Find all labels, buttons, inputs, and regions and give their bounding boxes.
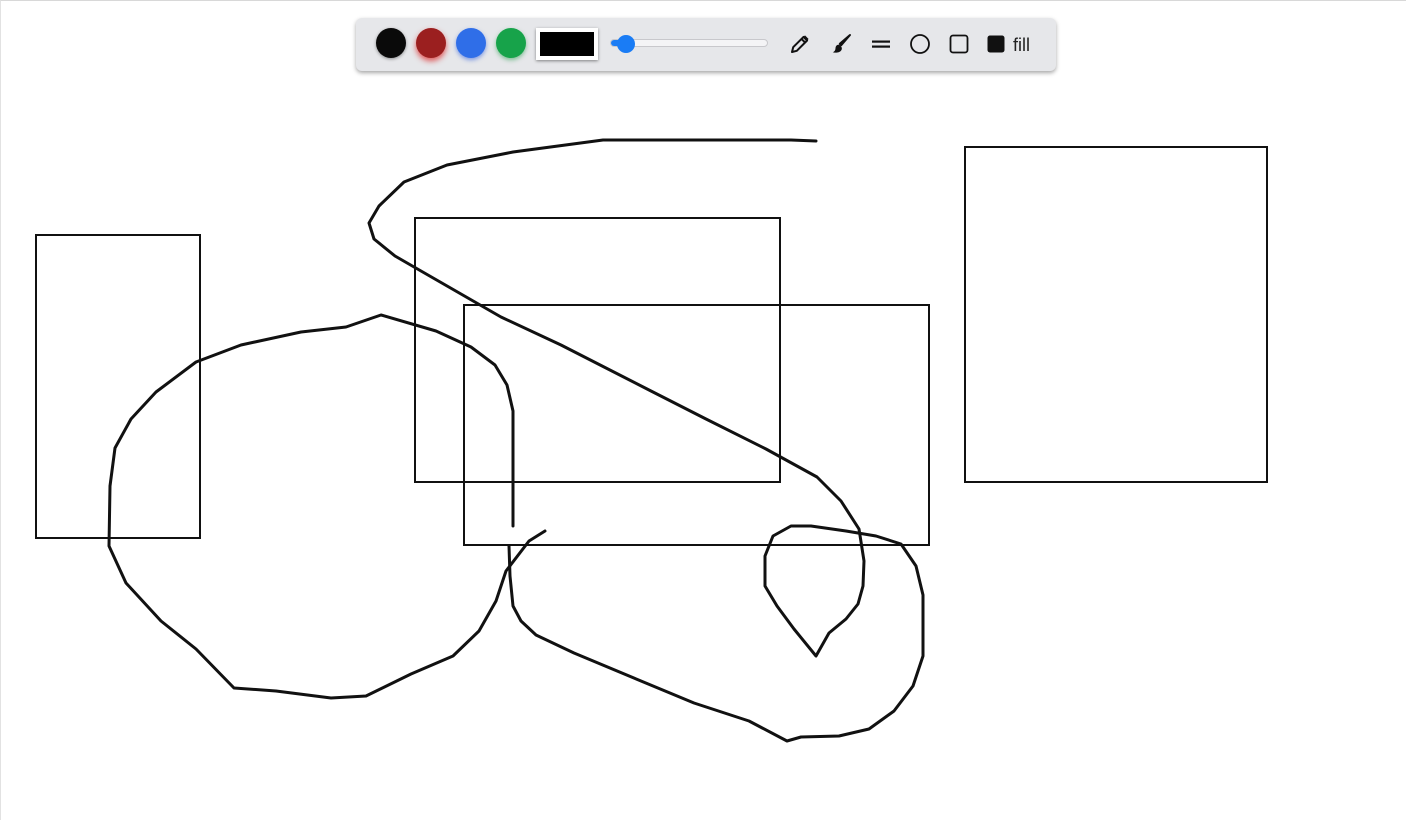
square-icon [949, 34, 969, 54]
line-tool-button[interactable] [869, 32, 893, 56]
brush-tool-button[interactable] [829, 32, 853, 56]
rectangle-tool-button[interactable] [947, 32, 971, 56]
current-color-preview [540, 32, 594, 56]
brush-icon [832, 34, 851, 53]
pencil-icon [791, 35, 809, 53]
rectangle-shape [964, 146, 1268, 483]
slider-thumb[interactable] [617, 35, 635, 53]
rectangle-shape [463, 304, 930, 546]
circle-tool-button[interactable] [908, 32, 932, 56]
color-swatch-green[interactable] [496, 28, 526, 58]
canvas-drawing[interactable] [1, 1, 1406, 821]
rectangle-shape [414, 217, 781, 483]
color-swatch-blue[interactable] [456, 28, 486, 58]
rectangle-shape [35, 234, 201, 539]
color-swatch-black[interactable] [376, 28, 406, 58]
current-color-picker[interactable] [536, 28, 598, 60]
color-swatch-red[interactable] [416, 28, 446, 58]
fill-toggle-label[interactable]: fill [1013, 34, 1030, 56]
drawing-toolbar: fill [356, 18, 1056, 71]
fill-square-icon [987, 35, 1005, 53]
stroke-width-slider[interactable] [610, 34, 770, 54]
freehand-stroke [367, 138, 925, 743]
circle-icon [910, 34, 930, 54]
pencil-tool-button[interactable] [788, 32, 812, 56]
line-icon [872, 40, 890, 48]
freehand-stroke [107, 313, 547, 700]
filled-rectangle-tool-button[interactable] [984, 32, 1008, 56]
drawing-canvas[interactable] [0, 0, 1406, 820]
